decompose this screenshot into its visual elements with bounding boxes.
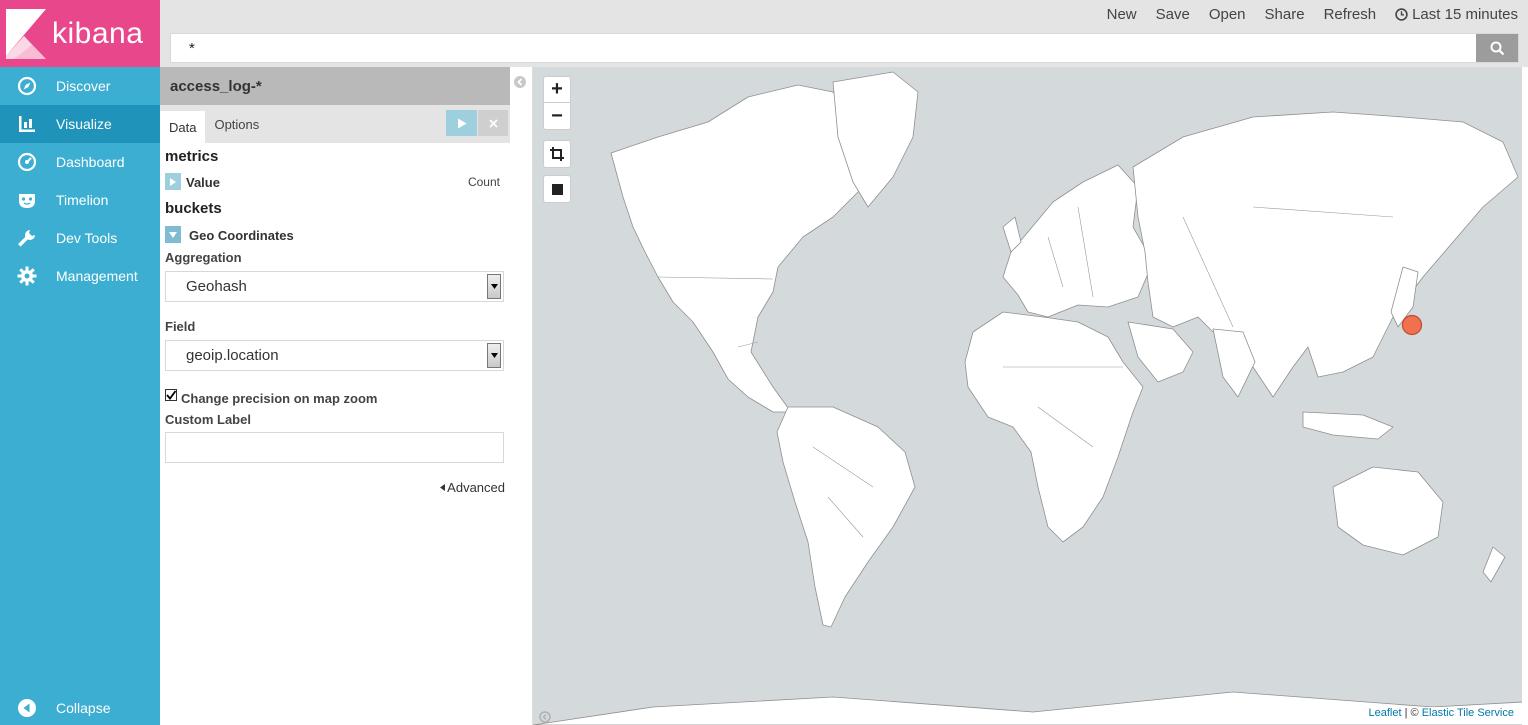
draw-rectangle-button[interactable]	[543, 175, 571, 203]
checkmark-icon	[166, 390, 176, 400]
aggregation-select-value: Geohash	[186, 278, 247, 295]
zoom-in-button[interactable]: +	[544, 77, 570, 103]
sidebar-item-label: Timelion	[56, 192, 109, 208]
caret-left-icon	[440, 484, 446, 491]
clock-icon	[1395, 7, 1408, 21]
square-icon	[551, 183, 563, 195]
leaflet-link[interactable]: Leaflet	[1369, 707, 1402, 719]
metric-agg-label: Value	[186, 175, 220, 190]
bucket-toggle-button[interactable]	[165, 226, 181, 243]
tab-options[interactable]: Options	[205, 105, 268, 143]
gear-icon	[17, 266, 37, 286]
caret-down-icon	[169, 231, 177, 238]
sidebar-collapse-button[interactable]: Collapse	[0, 689, 160, 725]
sidebar-item-label: Management	[56, 268, 138, 284]
refresh-button[interactable]: Refresh	[1324, 6, 1377, 23]
close-icon	[488, 118, 498, 128]
new-button[interactable]: New	[1107, 6, 1137, 23]
attribution-separator: | ©	[1401, 707, 1422, 719]
field-label: Field	[165, 319, 196, 334]
zoom-control: + −	[543, 76, 571, 130]
precision-checkbox[interactable]	[165, 389, 177, 401]
buckets-section-title: buckets	[165, 200, 222, 217]
collapse-arrow-icon	[17, 698, 37, 718]
sidebar-item-label: Dev Tools	[56, 230, 118, 246]
map-settings-icon[interactable]	[539, 711, 551, 723]
select-arrow-icon	[487, 343, 501, 368]
top-menu: New Save Open Share Refresh Last 15 minu…	[1088, 5, 1518, 23]
metric-agg-type: Count	[467, 175, 500, 189]
kibana-logo[interactable]: kibana	[0, 0, 160, 67]
sidebar-item-dev-tools[interactable]: Dev Tools	[0, 219, 160, 257]
sidebar-item-label: Visualize	[56, 116, 112, 132]
save-button[interactable]: Save	[1156, 6, 1190, 23]
index-pattern-title: access_log-*	[160, 67, 510, 105]
top-nav-bar: New Save Open Share Refresh Last 15 minu…	[160, 0, 1528, 67]
fit-data-bounds-button[interactable]	[543, 140, 571, 168]
map-attribution: Leaflet | © Elastic Tile Service	[1366, 707, 1516, 719]
crop-icon	[550, 147, 564, 161]
search-icon	[1490, 41, 1504, 55]
geohash-marker[interactable]	[1401, 314, 1423, 336]
search-button[interactable]	[1476, 34, 1518, 62]
wrench-icon	[17, 228, 37, 248]
sidebar-item-discover[interactable]: Discover	[0, 67, 160, 105]
metric-toggle-button[interactable]	[165, 173, 181, 190]
compass-icon	[17, 76, 37, 96]
sidebar-item-label: Dashboard	[56, 154, 125, 170]
select-arrow-icon	[487, 274, 501, 299]
sidebar-item-label: Discover	[56, 78, 111, 94]
collapse-label: Collapse	[56, 700, 111, 716]
metrics-section-title: metrics	[165, 148, 219, 165]
world-map	[533, 67, 1522, 725]
field-select-value: geoip.location	[186, 347, 279, 364]
advanced-label: Advanced	[447, 480, 505, 495]
time-range-label: Last 15 minutes	[1412, 5, 1518, 23]
sidebar-item-timelion[interactable]: Timelion	[0, 181, 160, 219]
editor-tabs: Data Options	[160, 105, 510, 143]
aggregation-label: Aggregation	[165, 250, 242, 265]
query-input[interactable]	[171, 34, 1476, 62]
share-button[interactable]: Share	[1265, 6, 1305, 23]
bar-chart-icon	[17, 114, 37, 134]
open-button[interactable]: Open	[1209, 6, 1246, 23]
elastic-tile-service-link[interactable]: Elastic Tile Service	[1422, 707, 1514, 719]
advanced-toggle-link[interactable]: Advanced	[440, 480, 505, 495]
bucket-agg-label: Geo Coordinates	[189, 228, 294, 243]
sidebar-item-management[interactable]: Management	[0, 257, 160, 295]
vis-editor-sidebar: access_log-* Data Options metrics Value …	[160, 67, 510, 725]
custom-label-input[interactable]	[165, 432, 504, 463]
tab-data[interactable]: Data	[160, 111, 206, 143]
sidebar-item-dashboard[interactable]: Dashboard	[0, 143, 160, 181]
aggregation-select[interactable]: Geohash	[165, 271, 504, 302]
logo-text: kibana	[52, 16, 144, 50]
query-bar	[170, 33, 1519, 63]
discard-changes-button[interactable]	[478, 110, 508, 136]
sidebar-item-visualize[interactable]: Visualize	[0, 105, 160, 143]
custom-label-label: Custom Label	[165, 412, 251, 427]
dashboard-gauge-icon	[17, 152, 37, 172]
time-picker-button[interactable]: Last 15 minutes	[1395, 6, 1518, 23]
map-container[interactable]: + − Leaflet | © Elastic Tile Service	[532, 67, 1522, 725]
play-icon	[457, 118, 466, 128]
precision-checkbox-label: Change precision on map zoom	[181, 391, 378, 406]
field-select[interactable]: geoip.location	[165, 340, 504, 371]
apply-changes-button[interactable]	[446, 110, 477, 136]
timelion-mask-icon	[17, 190, 37, 210]
collapse-editor-icon[interactable]	[513, 75, 527, 89]
caret-right-icon	[170, 177, 176, 186]
zoom-out-button[interactable]: −	[544, 103, 570, 129]
kibana-logo-icon	[6, 8, 46, 59]
sidebar: kibana Discover Visualize Dashboard Time…	[0, 0, 160, 725]
